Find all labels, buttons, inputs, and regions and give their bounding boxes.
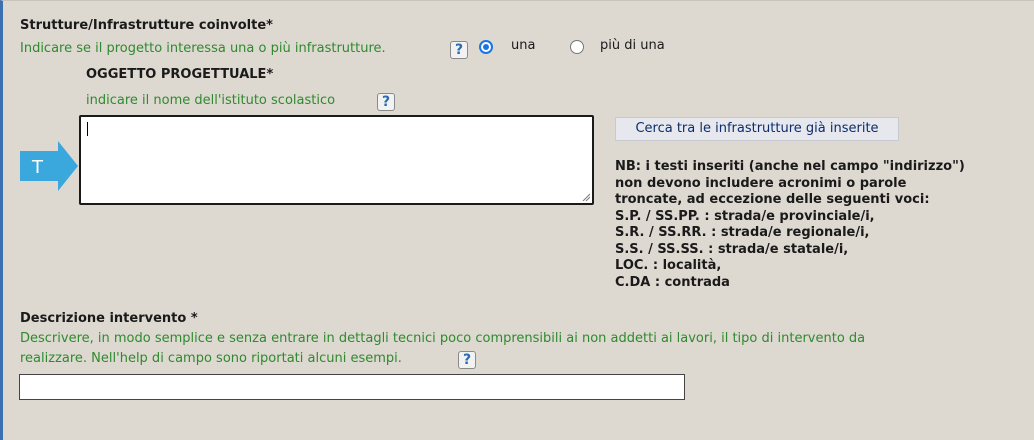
form-panel: Strutture/Infrastrutture coinvolte* Indi… [0,0,1034,440]
strutture-help-icon[interactable]: ? [450,41,468,59]
radio-una[interactable] [479,40,493,54]
strutture-title: Strutture/Infrastrutture coinvolte* [20,18,273,33]
descrizione-hint-line1: Descrivere, in modo semplice e senza ent… [20,331,866,346]
radio-piu-di-una-label: più di una [600,38,665,53]
text-caret [87,122,88,136]
nb-line: NB: i testi inseriti (anche nel campo "i… [615,159,965,174]
nb-line: LOC. : località, [615,258,722,273]
strutture-hint: Indicare se il progetto interessa una o … [20,41,386,56]
resize-grip-icon[interactable] [582,193,590,201]
radio-una-label: una [511,38,536,53]
oggetto-hint: indicare il nome dell'istituto scolastic… [86,93,336,108]
nb-line: S.R. / SS.RR. : strada/e regionale/i, [615,225,870,240]
descrizione-help-icon[interactable]: ? [458,351,476,369]
oggetto-title: OGGETTO PROGETTUALE* [86,67,274,82]
nb-line: troncate, ad eccezione delle seguenti vo… [615,192,930,207]
nb-line: C.DA : contrada [615,274,730,290]
cerca-infrastrutture-button[interactable]: Cerca tra le infrastrutture già inserite [615,117,899,141]
nb-line: non devono includere acronimi o parole [615,175,907,191]
oggetto-textarea[interactable] [79,115,594,205]
descrizione-input[interactable] [19,374,685,400]
radio-piu-di-una[interactable] [570,40,584,54]
arrow-letter: T [31,157,44,178]
text-field-arrow-icon: T [20,141,78,191]
nb-note: NB: i testi inseriti (anche nel campo "i… [615,159,965,291]
descrizione-hint-line2: realizzare. Nell'help di campo sono ripo… [20,351,402,366]
nb-line: S.S. / SS.SS. : strada/e statale/i, [615,241,849,257]
descrizione-title: Descrizione intervento * [20,311,198,326]
nb-line: S.P. / SS.PP. : strada/e provinciale/i, [615,208,875,224]
oggetto-help-icon[interactable]: ? [377,93,395,111]
